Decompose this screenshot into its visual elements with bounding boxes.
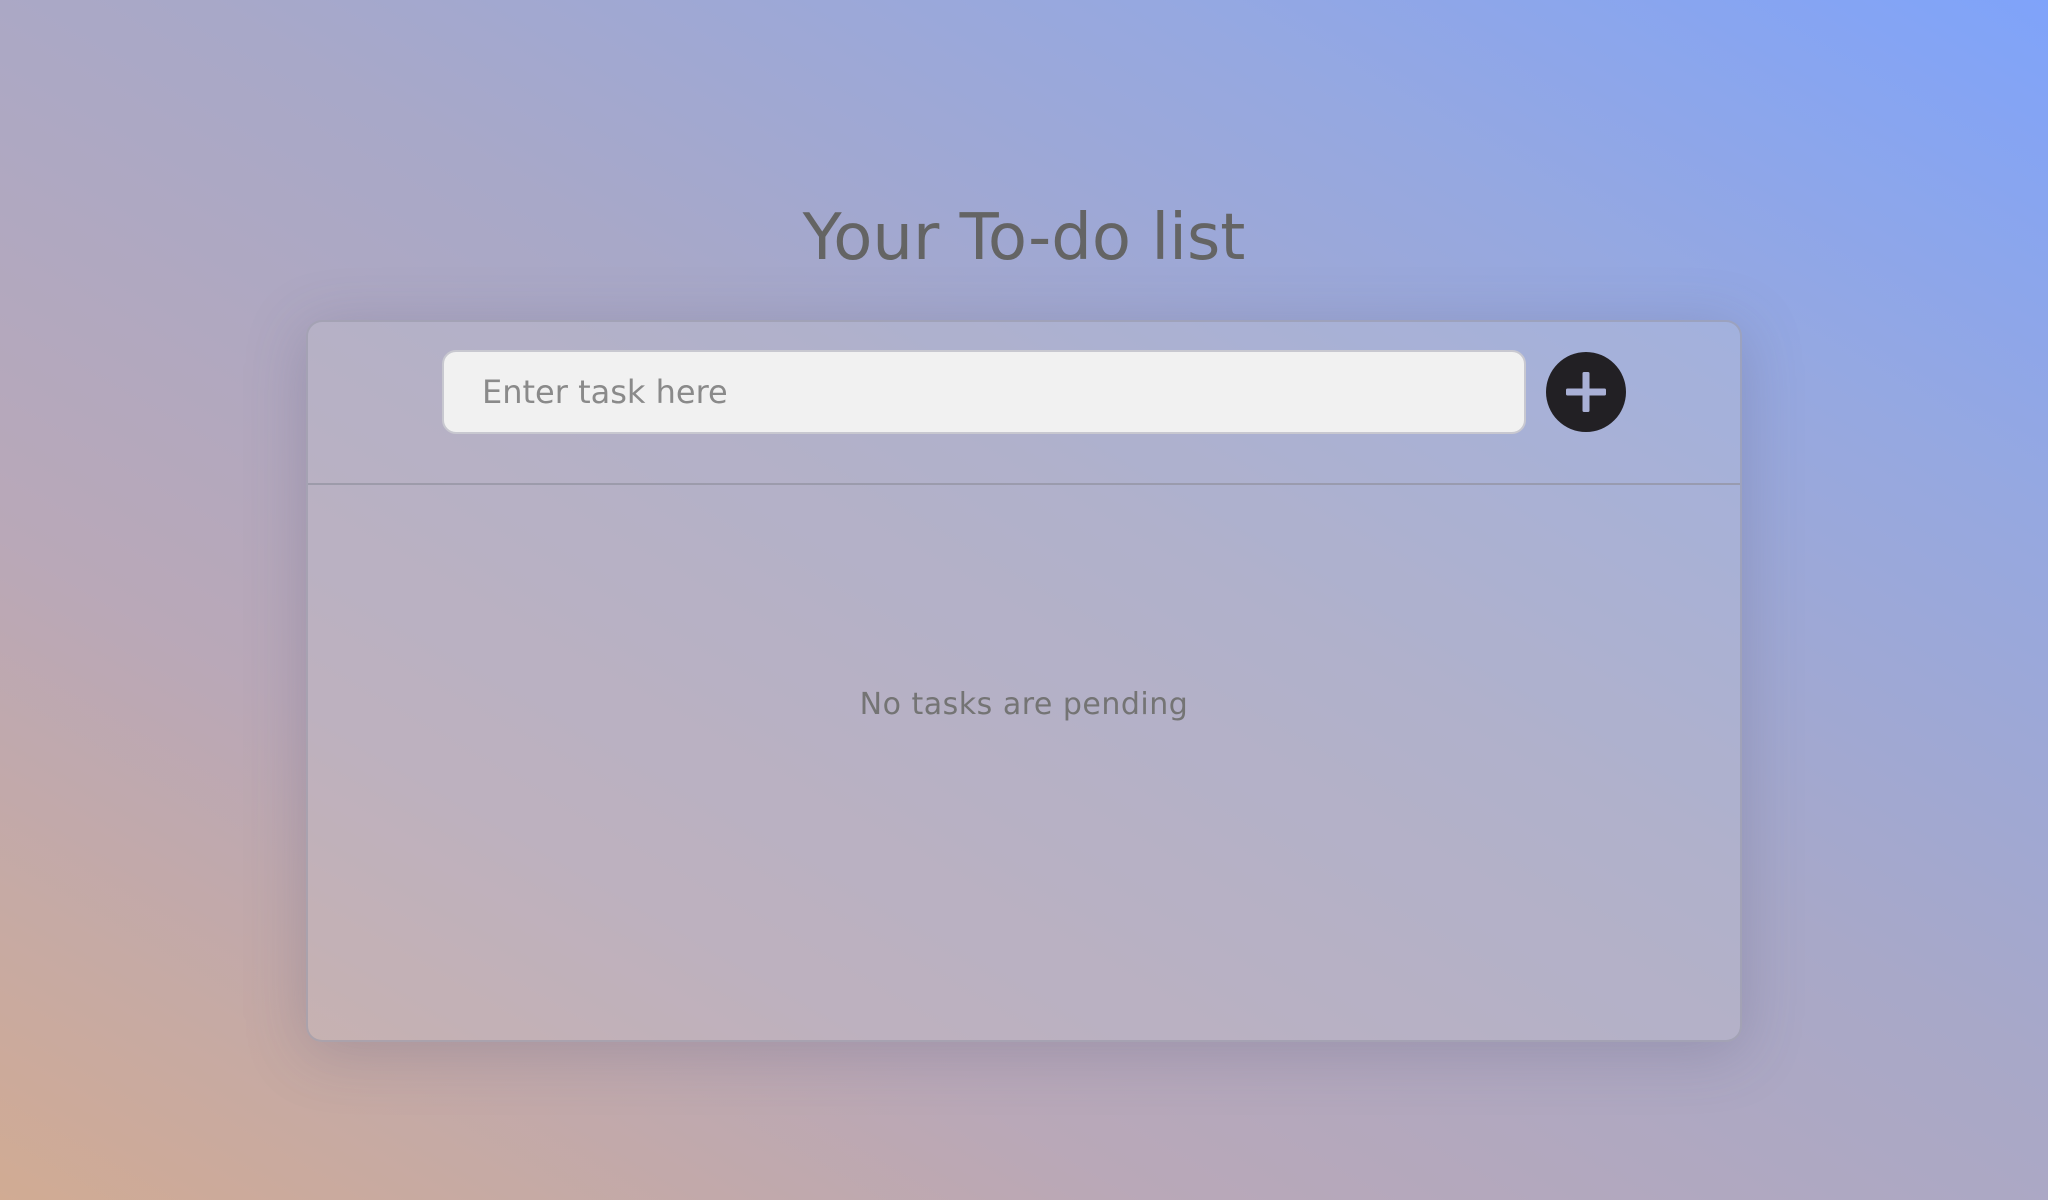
page-title: Your To-do list [802,201,1246,275]
task-input[interactable] [442,350,1526,434]
plus-icon [1566,372,1606,412]
todo-card: No tasks are pending [306,320,1742,1042]
empty-state-message: No tasks are pending [859,687,1189,722]
task-entry-bar [308,322,1740,485]
add-task-button[interactable] [1546,352,1626,432]
